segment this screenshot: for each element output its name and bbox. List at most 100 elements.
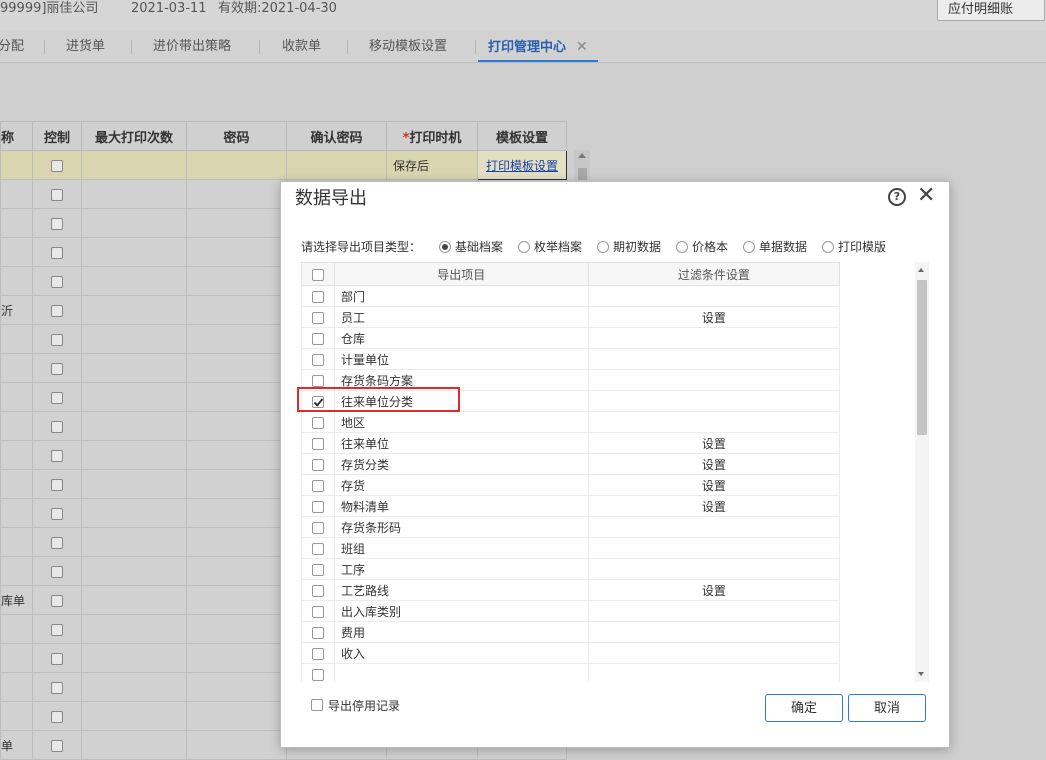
- item-checkbox[interactable]: [311, 437, 324, 450]
- list-item[interactable]: [301, 663, 935, 682]
- radio-price-book[interactable]: 价格本: [676, 238, 728, 256]
- row-name-cell: 单: [0, 730, 33, 760]
- list-item[interactable]: 存货条形码: [301, 516, 935, 538]
- export-disabled-checkbox[interactable]: [311, 699, 323, 711]
- control-checkbox[interactable]: [51, 478, 63, 491]
- control-checkbox[interactable]: [51, 275, 63, 288]
- list-item[interactable]: 往来单位 设置: [301, 432, 935, 454]
- control-checkbox[interactable]: [51, 536, 63, 549]
- control-checkbox[interactable]: [51, 623, 63, 636]
- control-checkbox[interactable]: [51, 246, 63, 259]
- tab-receipt[interactable]: 收款单: [282, 30, 321, 62]
- list-item[interactable]: 费用: [301, 621, 935, 643]
- ap-detail-button[interactable]: 应付明细账: [937, 0, 1045, 21]
- item-checkbox[interactable]: [311, 626, 324, 639]
- close-icon[interactable]: ✕: [917, 184, 935, 208]
- filter-setting-cell[interactable]: 设置: [587, 474, 841, 496]
- item-checkbox[interactable]: [311, 542, 324, 555]
- item-checkbox[interactable]: [311, 647, 324, 660]
- control-checkbox[interactable]: [51, 159, 63, 172]
- item-checkbox[interactable]: [311, 332, 324, 345]
- scroll-thumb[interactable]: [578, 168, 587, 180]
- ok-button[interactable]: 确定: [765, 694, 843, 722]
- radio-enum-archive[interactable]: 枚举档案: [518, 238, 582, 256]
- close-icon[interactable]: ✕: [576, 39, 588, 55]
- control-checkbox[interactable]: [51, 420, 63, 433]
- scroll-up-icon[interactable]: [918, 268, 924, 272]
- item-checkbox[interactable]: [311, 584, 324, 597]
- filter-setting-cell[interactable]: 设置: [587, 495, 841, 517]
- tab-mobile-template[interactable]: 移动模板设置: [369, 30, 447, 62]
- print-template-link[interactable]: 打印模板设置: [486, 159, 558, 173]
- list-item[interactable]: 物料清单 设置: [301, 495, 935, 517]
- list-item[interactable]: 存货 设置: [301, 474, 935, 496]
- item-checkbox[interactable]: [311, 374, 324, 387]
- control-checkbox[interactable]: [51, 681, 63, 694]
- list-item[interactable]: 员工 设置: [301, 306, 935, 328]
- radio-basic-archive[interactable]: 基础档案: [439, 238, 503, 256]
- select-all-checkbox[interactable]: [311, 268, 324, 281]
- radio-document-data[interactable]: 单据数据: [743, 238, 807, 256]
- tab-print-center[interactable]: 打印管理中心 ✕: [478, 30, 598, 62]
- table-row[interactable]: 保存后 打印模板设置: [0, 150, 567, 180]
- control-checkbox[interactable]: [51, 710, 63, 723]
- item-name: 员工: [333, 306, 589, 328]
- list-scrollbar[interactable]: [915, 262, 929, 682]
- tab-print-center-label: 打印管理中心: [488, 40, 567, 55]
- list-item[interactable]: 班组: [301, 537, 935, 559]
- item-checkbox[interactable]: [311, 416, 324, 429]
- control-checkbox[interactable]: [51, 362, 63, 375]
- cancel-button[interactable]: 取消: [848, 694, 926, 722]
- export-disabled-option[interactable]: 导出停用记录: [311, 697, 400, 715]
- item-checkbox[interactable]: [311, 521, 324, 534]
- help-icon[interactable]: ?: [888, 188, 906, 206]
- print-timing-cell[interactable]: 保存后: [386, 150, 478, 180]
- control-checkbox[interactable]: [51, 391, 63, 404]
- row-name-cell: [0, 266, 33, 296]
- filter-setting-cell[interactable]: 设置: [587, 579, 841, 601]
- bg-scrollbar[interactable]: [574, 150, 590, 180]
- item-name: 存货分类: [333, 453, 589, 475]
- list-item[interactable]: 工艺路线 设置: [301, 579, 935, 601]
- list-item[interactable]: 地区: [301, 411, 935, 433]
- control-checkbox[interactable]: [51, 594, 63, 607]
- control-checkbox[interactable]: [51, 333, 63, 346]
- control-checkbox[interactable]: [51, 565, 63, 578]
- filter-setting-cell[interactable]: 设置: [587, 306, 841, 328]
- control-checkbox[interactable]: [51, 507, 63, 520]
- item-checkbox[interactable]: [311, 458, 324, 471]
- item-checkbox[interactable]: [311, 605, 324, 618]
- control-checkbox[interactable]: [51, 217, 63, 230]
- tab-price-strategy[interactable]: 进价带出策略: [153, 30, 231, 62]
- list-item[interactable]: 存货分类 设置: [301, 453, 935, 475]
- control-checkbox[interactable]: [51, 449, 63, 462]
- item-checkbox[interactable]: [311, 353, 324, 366]
- tab-allocation[interactable]: 分配: [0, 30, 24, 62]
- filter-setting-cell: [587, 516, 841, 538]
- item-checkbox[interactable]: [311, 290, 324, 303]
- list-item[interactable]: 收入: [301, 642, 935, 664]
- list-item[interactable]: 工序: [301, 558, 935, 580]
- list-item[interactable]: 计量单位: [301, 348, 935, 370]
- list-item[interactable]: 部门: [301, 285, 935, 307]
- list-item[interactable]: 出入库类别: [301, 600, 935, 622]
- item-name: 工艺路线: [333, 579, 589, 601]
- filter-setting-cell[interactable]: 设置: [587, 453, 841, 475]
- item-checkbox[interactable]: [311, 479, 324, 492]
- scroll-thumb[interactable]: [917, 280, 927, 435]
- item-checkbox[interactable]: [311, 311, 324, 324]
- radio-print-template[interactable]: 打印模版: [822, 238, 886, 256]
- item-name: 计量单位: [333, 348, 589, 370]
- scroll-down-icon[interactable]: [918, 672, 924, 676]
- control-checkbox[interactable]: [51, 652, 63, 665]
- radio-opening-data[interactable]: 期初数据: [597, 238, 661, 256]
- control-checkbox[interactable]: [51, 304, 63, 317]
- control-checkbox[interactable]: [51, 188, 63, 201]
- item-checkbox[interactable]: [311, 668, 324, 681]
- filter-setting-cell[interactable]: 设置: [587, 432, 841, 454]
- item-checkbox[interactable]: [311, 563, 324, 576]
- item-checkbox[interactable]: [311, 500, 324, 513]
- list-item[interactable]: 仓库: [301, 327, 935, 349]
- scroll-up-icon[interactable]: [578, 153, 586, 158]
- tab-purchase-order[interactable]: 进货单: [66, 30, 105, 62]
